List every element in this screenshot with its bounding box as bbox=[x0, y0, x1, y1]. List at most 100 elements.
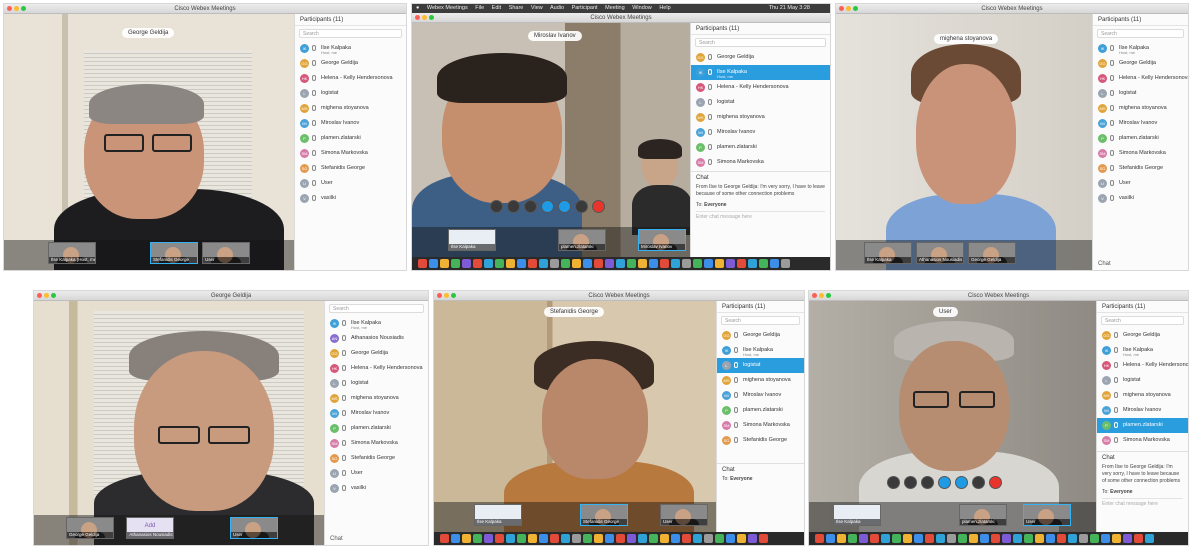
dock-app-icon[interactable] bbox=[561, 259, 570, 268]
dock-app-icon[interactable] bbox=[638, 259, 647, 268]
dock-app-icon[interactable] bbox=[649, 259, 658, 268]
mute-button[interactable] bbox=[490, 200, 503, 213]
dock-app-icon[interactable] bbox=[671, 259, 680, 268]
dock-app-icon[interactable] bbox=[638, 534, 647, 543]
dock-app-icon[interactable] bbox=[759, 259, 768, 268]
participant-row[interactable]: U User bbox=[295, 176, 406, 191]
participants-search-input[interactable]: Search bbox=[695, 38, 826, 47]
menu-audio[interactable]: Audio bbox=[550, 5, 564, 11]
dock-app-icon[interactable] bbox=[451, 259, 460, 268]
dock-app-icon[interactable] bbox=[682, 259, 691, 268]
dock-app-icon[interactable] bbox=[616, 259, 625, 268]
chat-button[interactable] bbox=[558, 200, 571, 213]
add-participant-thumbnail[interactable]: Add Athanasios Nousiadis bbox=[126, 517, 174, 539]
participant-thumbnail[interactable]: Ilse Kalpaka (Host, me) bbox=[48, 242, 96, 264]
dock-app-icon[interactable] bbox=[969, 534, 978, 543]
dock-app-icon[interactable] bbox=[1123, 534, 1132, 543]
chat-message-input[interactable]: Enter chat message here bbox=[1102, 498, 1183, 507]
participant-thumbnail[interactable]: Ilse Kalpaka bbox=[833, 504, 881, 526]
participants-button[interactable] bbox=[541, 200, 554, 213]
participant-row[interactable]: Pplamen.zlatarski bbox=[717, 403, 804, 418]
participant-row[interactable]: IK Ilse Kalpaka Host, me bbox=[1097, 343, 1188, 358]
dock-app-icon[interactable] bbox=[660, 259, 669, 268]
dock-app-icon[interactable] bbox=[1024, 534, 1033, 543]
dock-app-icon[interactable] bbox=[1090, 534, 1099, 543]
share-button[interactable] bbox=[524, 200, 537, 213]
dock-app-icon[interactable] bbox=[704, 534, 713, 543]
participant-row[interactable]: Pplamen.zlatarski bbox=[295, 131, 406, 146]
dock-app-icon[interactable] bbox=[859, 534, 868, 543]
participant-thumbnail[interactable]: plamen.zlatarski bbox=[558, 229, 606, 251]
participant-row[interactable]: SG Stefanidis George bbox=[295, 161, 406, 176]
video-button[interactable] bbox=[507, 200, 520, 213]
dock-app-icon[interactable] bbox=[991, 534, 1000, 543]
dock-app-icon[interactable] bbox=[1068, 534, 1077, 543]
participant-row[interactable]: MS mighena stoyanova bbox=[717, 373, 804, 388]
dock-app-icon[interactable] bbox=[1145, 534, 1154, 543]
participant-row[interactable]: HK Helena - Kelly Hendersonova bbox=[295, 71, 406, 86]
participant-row[interactable]: Vvasilki bbox=[295, 191, 406, 206]
participant-thumbnail[interactable]: George Geldija bbox=[66, 517, 114, 539]
dock-app-icon[interactable] bbox=[594, 259, 603, 268]
menu-meeting[interactable]: Meeting bbox=[605, 5, 625, 11]
dock-app-icon[interactable] bbox=[517, 259, 526, 268]
dock-app-icon[interactable] bbox=[726, 259, 735, 268]
menu-help[interactable]: Help bbox=[659, 5, 670, 11]
apple-menu-icon[interactable]: ● bbox=[416, 5, 419, 11]
dock-app-icon[interactable] bbox=[484, 259, 493, 268]
dock-app-icon[interactable] bbox=[561, 534, 570, 543]
participant-row[interactable]: SM Simona Markovska bbox=[691, 155, 830, 170]
menu-app[interactable]: Webex Meetings bbox=[427, 5, 468, 11]
video-button[interactable] bbox=[904, 476, 917, 489]
participant-thumbnail[interactable]: Ilse Kalpaka bbox=[448, 229, 496, 251]
menu-share[interactable]: Share bbox=[509, 5, 524, 11]
participant-thumbnail[interactable]: Miroslav Ivanov bbox=[638, 229, 686, 251]
share-button[interactable] bbox=[921, 476, 934, 489]
participant-row[interactable]: Pplamen.zlatarski bbox=[691, 140, 830, 155]
more-button[interactable] bbox=[972, 476, 985, 489]
participant-row[interactable]: Llogistat bbox=[691, 95, 830, 110]
dock-app-icon[interactable] bbox=[1079, 534, 1088, 543]
participant-row[interactable]: Llogistat bbox=[1097, 373, 1188, 388]
dock-app-icon[interactable] bbox=[759, 534, 768, 543]
dock-app-icon[interactable] bbox=[1046, 534, 1055, 543]
participant-row[interactable]: IK Ilse Kalpaka Host, me bbox=[1093, 41, 1188, 56]
participants-search-input[interactable]: Search bbox=[1101, 316, 1184, 325]
dock-app-icon[interactable] bbox=[528, 259, 537, 268]
dock-app-icon[interactable] bbox=[737, 534, 746, 543]
dock-app-icon[interactable] bbox=[693, 534, 702, 543]
dock-app-icon[interactable] bbox=[1112, 534, 1121, 543]
dock-app-icon[interactable] bbox=[583, 534, 592, 543]
participant-row[interactable]: MS mighena stoyanova bbox=[325, 391, 428, 406]
dock-app-icon[interactable] bbox=[473, 259, 482, 268]
dock-app-icon[interactable] bbox=[550, 534, 559, 543]
dock-app-icon[interactable] bbox=[440, 534, 449, 543]
participants-search-input[interactable]: Search bbox=[299, 29, 402, 38]
chat-toggle[interactable]: Chat bbox=[330, 536, 343, 542]
dock-app-icon[interactable] bbox=[660, 534, 669, 543]
mute-button[interactable] bbox=[887, 476, 900, 489]
participant-row[interactable]: MS mighena stoyanova bbox=[1093, 101, 1188, 116]
participant-row[interactable]: SG Stefanidis George bbox=[325, 451, 428, 466]
dock-app-icon[interactable] bbox=[947, 534, 956, 543]
participant-row[interactable]: SG Stefanidis George bbox=[1093, 161, 1188, 176]
participant-row[interactable]: MI Miroslav Ivanov bbox=[717, 388, 804, 403]
participant-row[interactable]: MI Miroslav Ivanov bbox=[691, 125, 830, 140]
chat-recipient[interactable]: To: Everyone bbox=[1102, 489, 1183, 495]
dock-app-icon[interactable] bbox=[528, 534, 537, 543]
participant-row[interactable]: MI Miroslav Ivanov bbox=[325, 406, 428, 421]
participant-row[interactable]: Pplamen.zlatarski bbox=[1093, 131, 1188, 146]
dock-app-icon[interactable] bbox=[605, 534, 614, 543]
dock-app-icon[interactable] bbox=[539, 534, 548, 543]
chat-toggle[interactable]: Chat bbox=[1098, 261, 1111, 267]
participant-row[interactable]: Pplamen.zlatarski bbox=[325, 421, 428, 436]
participant-row[interactable]: MI Miroslav Ivanov bbox=[1097, 403, 1188, 418]
participant-row[interactable]: SG Stefanidis George bbox=[717, 433, 804, 448]
dock-app-icon[interactable] bbox=[903, 534, 912, 543]
dock-app-icon[interactable] bbox=[572, 534, 581, 543]
dock-app-icon[interactable] bbox=[1002, 534, 1011, 543]
menu-view[interactable]: View bbox=[531, 5, 543, 11]
participant-row[interactable]: AN Athanasios Nousiadis bbox=[325, 331, 428, 346]
participant-row[interactable]: GG George Geldija bbox=[717, 328, 804, 343]
dock-app-icon[interactable] bbox=[870, 534, 879, 543]
